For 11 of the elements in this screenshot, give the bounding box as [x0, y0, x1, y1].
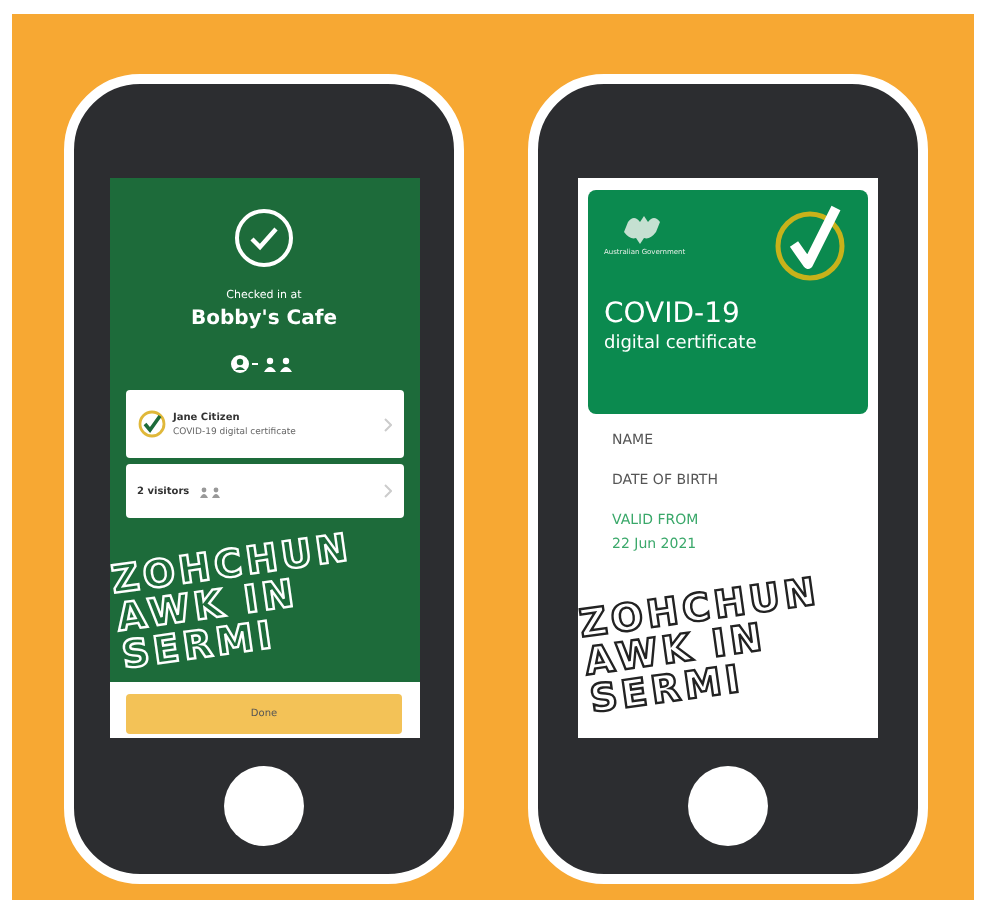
people-icon [197, 485, 222, 497]
certificate-title: COVID-19 [604, 298, 742, 330]
chevron-icon [383, 484, 391, 498]
certificate-check-icon [137, 410, 165, 438]
people-icon [230, 354, 298, 374]
home-button[interactable] [224, 766, 304, 846]
check-circle-icon [234, 208, 294, 268]
venue-name: Bobby's Cafe [190, 308, 338, 330]
certificate-subtitle: digital certificate [604, 334, 759, 354]
chevron-icon [383, 417, 391, 431]
home-button[interactable] [688, 766, 768, 846]
